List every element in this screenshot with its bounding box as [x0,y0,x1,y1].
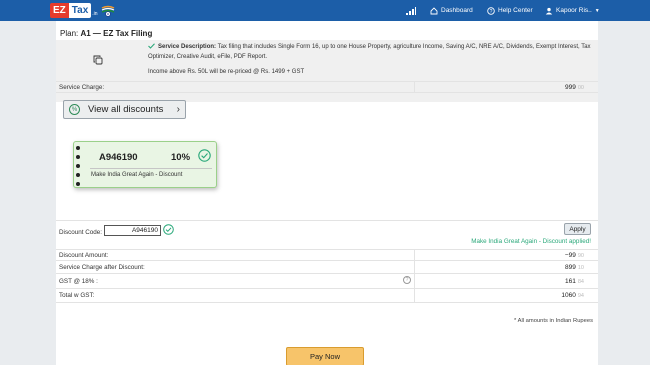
discount-amount-row: Discount Amount: −99 90 [56,249,598,261]
summary-value: 161 84 [565,278,584,285]
service-charge-row: Service Charge: 999 00 [56,81,598,93]
coupon-selected-check-icon [198,149,211,162]
column-divider [414,250,415,260]
summary-value: 899 10 [565,264,584,271]
percent-icon: % [69,104,80,115]
india-flag-icon [101,5,115,17]
apply-button[interactable]: Apply [564,223,591,235]
summary-amount: 899 [565,264,576,271]
summary-label: Discount Amount: [59,252,109,259]
view-all-discounts-label: View all discounts [88,104,164,115]
service-description-title: Service Description: [158,44,217,50]
chevron-right-icon: › [176,104,180,115]
summary-value: 1060 94 [561,292,584,299]
nav-dashboard[interactable]: Dashboard [430,5,473,16]
coupon-divider [90,168,212,169]
charge-after-discount-row: Service Charge after Discount: 899 10 [56,261,598,274]
summary-amount: −99 [564,252,576,259]
reprice-note: Income above Rs. 50L will be re-priced @… [148,69,305,75]
summary-label: GST @ 18% : [59,278,98,285]
gst-row: GST @ 18% : ? 161 84 [56,274,598,289]
ez-tax-logo[interactable]: EZ Tax .in [50,2,98,19]
discount-code-input[interactable] [104,225,161,236]
summary-value: −99 90 [565,252,584,259]
total-row: Total w GST: 1060 94 [56,289,598,303]
plan-heading: Plan: A1 — EZ Tax Filing [60,29,152,38]
gst-info-icon[interactable]: ? [403,276,411,284]
discount-applied-message: Make India Great Again - Discount applie… [471,238,591,245]
column-divider [414,274,415,288]
help-icon: ? [487,6,495,15]
view-all-discounts-button[interactable]: % View all discounts › [63,100,186,119]
service-charge-label: Service Charge: [59,84,105,91]
pay-now-button[interactable]: Pay Now [286,347,364,365]
column-divider [414,261,415,273]
summary-label: Service Charge after Discount: [59,264,145,271]
plan-label: Plan: [60,29,79,38]
discount-code-label: Discount Code: [59,229,103,236]
nav-user-menu[interactable]: Kapoor Ris.. ▼ [545,5,600,16]
summary-amount: 1060 [561,292,576,299]
summary-decimals: 84 [577,279,584,285]
service-charge-value: 999 00 [565,84,584,91]
discount-coupon-card[interactable]: A946190 10% Make India Great Again - Dis… [73,141,217,188]
copy-icon[interactable] [93,55,103,65]
coupon-code: A946190 [99,152,138,163]
coupon-name: Make India Great Again - Discount [91,172,183,178]
nav-help-center[interactable]: ? Help Center [487,5,533,16]
coupon-percent: 10% [171,152,191,163]
plan-name: A1 — EZ Tax Filing [80,29,153,38]
summary-amount: 161 [565,278,576,285]
top-navbar: EZ Tax .in Dashboard ? Help Center Kapoo… [0,0,650,21]
nav-user-name: Kapoor Ris.. [556,7,592,14]
nav-help-center-label: Help Center [498,7,533,14]
summary-decimals: 10 [577,265,584,271]
coupon-perforation [76,146,80,186]
signal-icon[interactable] [406,7,416,15]
logo-ez-text: EZ [50,3,69,18]
plan-card: Plan: A1 — EZ Tax Filing Service Descrip… [56,21,598,365]
svg-text:?: ? [490,8,493,14]
service-charge-decimals: 00 [577,85,584,91]
user-icon [545,7,553,15]
service-description: Service Description: Tax filing that inc… [148,43,594,62]
logo-suffix-text: .in [92,10,98,17]
logo-tax-text: Tax [68,3,92,18]
summary-decimals: 90 [577,253,584,259]
column-divider [414,82,415,92]
code-valid-check-icon [163,224,174,235]
caret-down-icon: ▼ [594,7,600,14]
column-divider [414,289,415,302]
currency-footnote: * All amounts in Indian Rupees [514,318,593,324]
summary-label: Total w GST: [59,292,95,299]
home-icon [430,6,438,15]
summary-decimals: 94 [577,293,584,299]
nav-dashboard-label: Dashboard [441,7,473,14]
service-charge-amount: 999 [565,84,576,91]
